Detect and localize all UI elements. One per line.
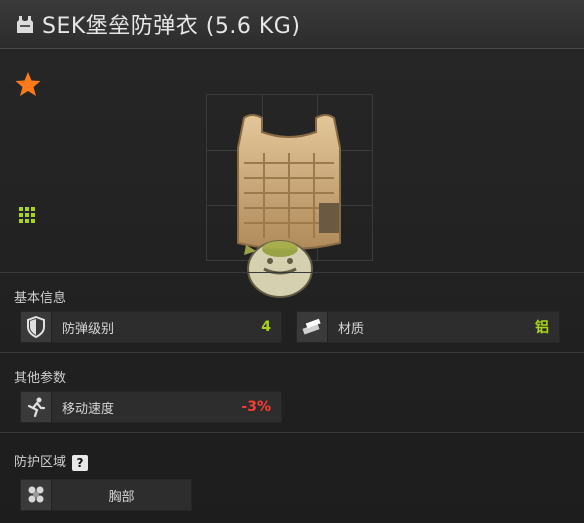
star-icon[interactable]	[14, 70, 42, 98]
vest-icon	[17, 16, 33, 33]
item-title: SEK堡垒防弹衣 (5.6 KG)	[42, 14, 301, 39]
help-icon[interactable]: ?	[72, 454, 89, 471]
stat-material-value: 铝	[535, 320, 549, 336]
section-other-params: 其他参数	[14, 371, 67, 386]
section-basic-info: 基本信息	[14, 291, 67, 306]
zone-chest-label: 胸部	[108, 489, 135, 505]
watermark-mascot	[244, 240, 313, 298]
divider	[0, 432, 584, 433]
section-protection-zone: 防护区域?	[14, 451, 89, 471]
stat-move-speed-label: 移动速度	[62, 401, 115, 417]
title-bar: SEK堡垒防弹衣 (5.6 KG)	[0, 0, 584, 49]
protection-zone-label: 防护区域	[14, 455, 67, 470]
grid-icon[interactable]	[19, 207, 37, 225]
stat-move-speed: 移动速度 -3%	[20, 391, 282, 423]
zone-chest: 胸部	[20, 479, 192, 511]
material-icon	[297, 312, 328, 342]
shield-icon	[21, 312, 52, 342]
divider	[0, 272, 584, 273]
stat-armor-class-label: 防弹级别	[62, 321, 115, 337]
stat-material-label: 材质	[338, 321, 365, 337]
divider	[0, 352, 584, 353]
stat-armor-class: 防弹级别 4	[20, 311, 282, 343]
running-icon	[21, 392, 52, 422]
stat-material: 材质 铝	[296, 311, 560, 343]
body-zone-icon	[21, 480, 52, 510]
stat-move-speed-value: -3%	[241, 399, 271, 415]
stat-armor-class-value: 4	[261, 319, 271, 335]
